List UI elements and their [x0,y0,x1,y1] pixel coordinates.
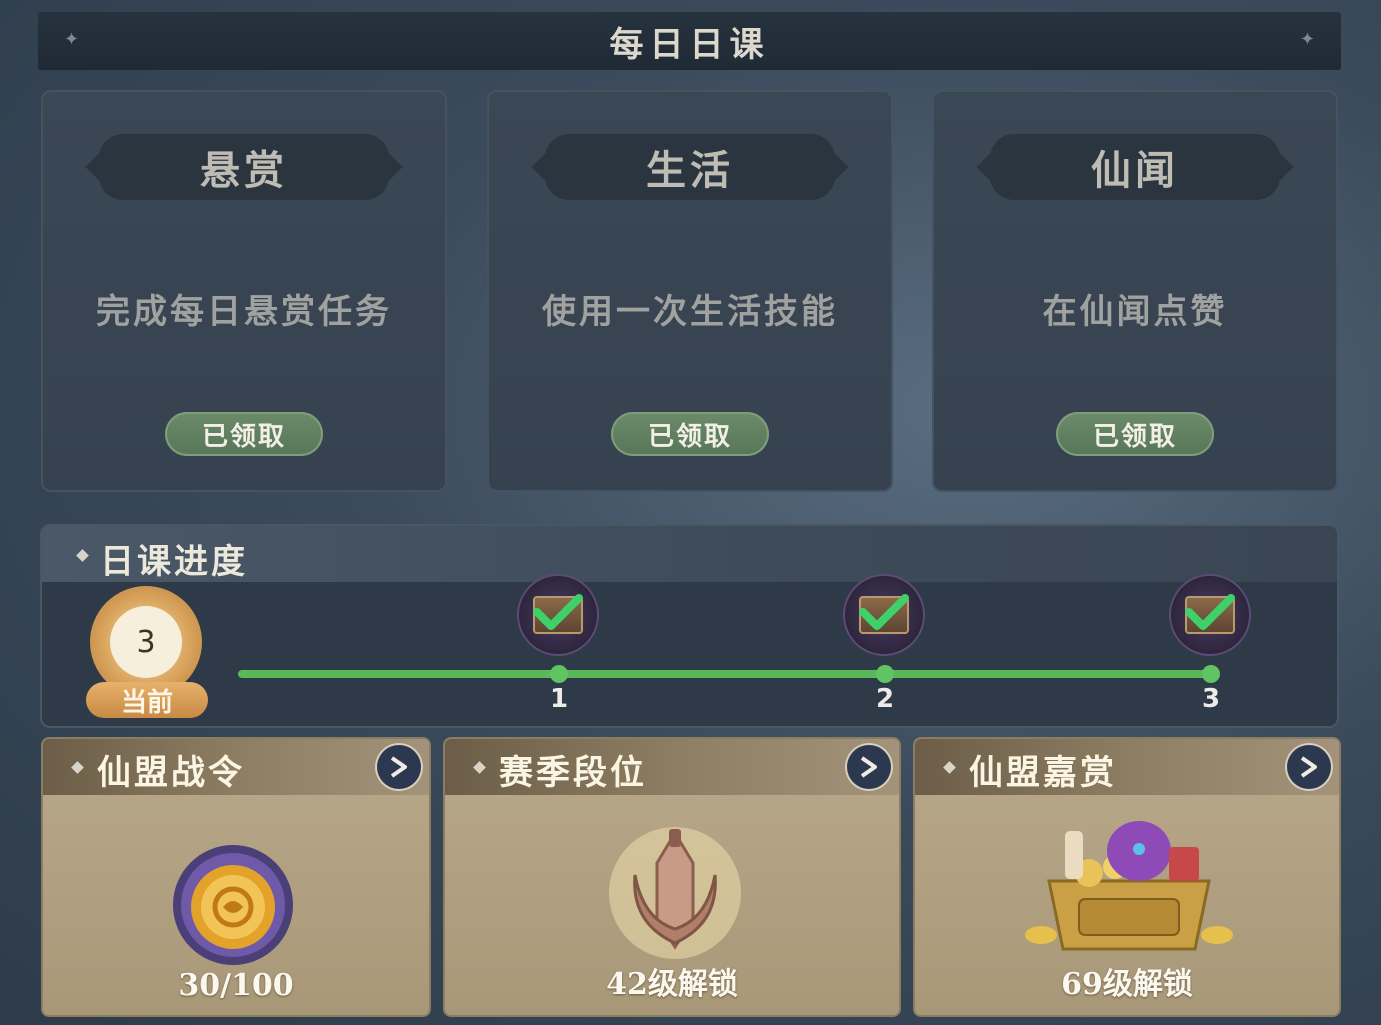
current-label: 当前 [86,682,208,718]
diamond-bullet-icon [943,761,956,774]
reward-card-title: 仙盟嘉赏 [969,753,1117,793]
task-card-news[interactable]: 仙闻 在仙闻点赞 已领取 [932,90,1338,492]
arrow-right-button[interactable] [847,745,891,789]
reward-card-alliance-reward[interactable]: 仙盟嘉赏 69级解锁 [913,737,1341,1017]
reward-card-header: 仙盟嘉赏 [915,739,1339,795]
progress-header: 日课进度 [42,526,1337,582]
reward-card-caption: 42级解锁 [606,967,738,1002]
diamond-bullet-icon [71,761,84,774]
page-title: 每日日课 [609,24,770,65]
task-category-banner: 仙闻 [990,134,1280,200]
claimed-button[interactable]: 已领取 [165,412,323,456]
title-bar: ✦ 每日日课 ✦ [38,12,1341,70]
chevron-right-icon [860,756,877,778]
checkmark-icon [1185,594,1235,630]
task-description: 完成每日悬赏任务 [96,292,392,332]
reward-card-title: 赛季段位 [499,753,647,793]
checkmark-icon [533,594,583,630]
progress-title: 日课进度 [100,542,248,582]
progress-node-dot [1202,665,1220,683]
task-category-banner: 悬赏 [99,134,389,200]
reward-card-title: 仙盟战令 [97,753,245,793]
sparkle-icon: ✦ [1299,29,1315,50]
arrow-right-button[interactable] [1287,745,1331,789]
reward-card-header: 赛季段位 [445,739,899,795]
reward-chest-1[interactable] [519,576,597,654]
reward-card-battle-pass[interactable]: 仙盟战令 30/100 [41,737,431,1017]
arrow-right-button[interactable] [377,745,421,789]
task-category-label: 生活 [646,147,734,194]
checkmark-icon [859,594,909,630]
task-card-bounty[interactable]: 悬赏 完成每日悬赏任务 已领取 [41,90,447,492]
sparkle-icon: ✦ [64,29,80,50]
progress-node-number: 1 [549,684,569,714]
task-category-label: 仙闻 [1091,147,1179,194]
task-category-label: 悬赏 [200,147,288,194]
reward-card-header: 仙盟战令 [43,739,429,795]
reward-card-season-rank[interactable]: 赛季段位 42级解锁 [443,737,901,1017]
reward-card-caption: 69级解锁 [1061,967,1193,1002]
progress-node-number: 3 [1201,684,1221,714]
treasure-chest-icon [1025,821,1233,951]
reward-chest-2[interactable] [845,576,923,654]
task-card-life[interactable]: 生活 使用一次生活技能 已领取 [487,90,893,492]
progress-node-dot [550,665,568,683]
task-description: 使用一次生活技能 [542,292,838,332]
progress-track [238,670,1213,678]
current-progress-badge: 3 当前 [86,586,208,718]
rank-emblem-icon [609,827,741,959]
reward-chest-3[interactable] [1171,576,1249,654]
diamond-bullet-icon [76,549,89,562]
chevron-right-icon [390,756,407,778]
progress-node-number: 2 [875,684,895,714]
reward-card-caption: 30/100 [178,968,294,1003]
diamond-bullet-icon [473,761,486,774]
claimed-button[interactable]: 已领取 [611,412,769,456]
token-medallion-icon [173,845,293,965]
chevron-right-icon [1300,756,1317,778]
daily-progress-panel: 日课进度 3 当前 1 2 3 [40,524,1339,728]
task-description: 在仙闻点赞 [1042,292,1228,332]
claimed-button[interactable]: 已领取 [1056,412,1214,456]
task-category-banner: 生活 [545,134,835,200]
current-value: 3 [110,606,182,678]
progress-node-dot [876,665,894,683]
